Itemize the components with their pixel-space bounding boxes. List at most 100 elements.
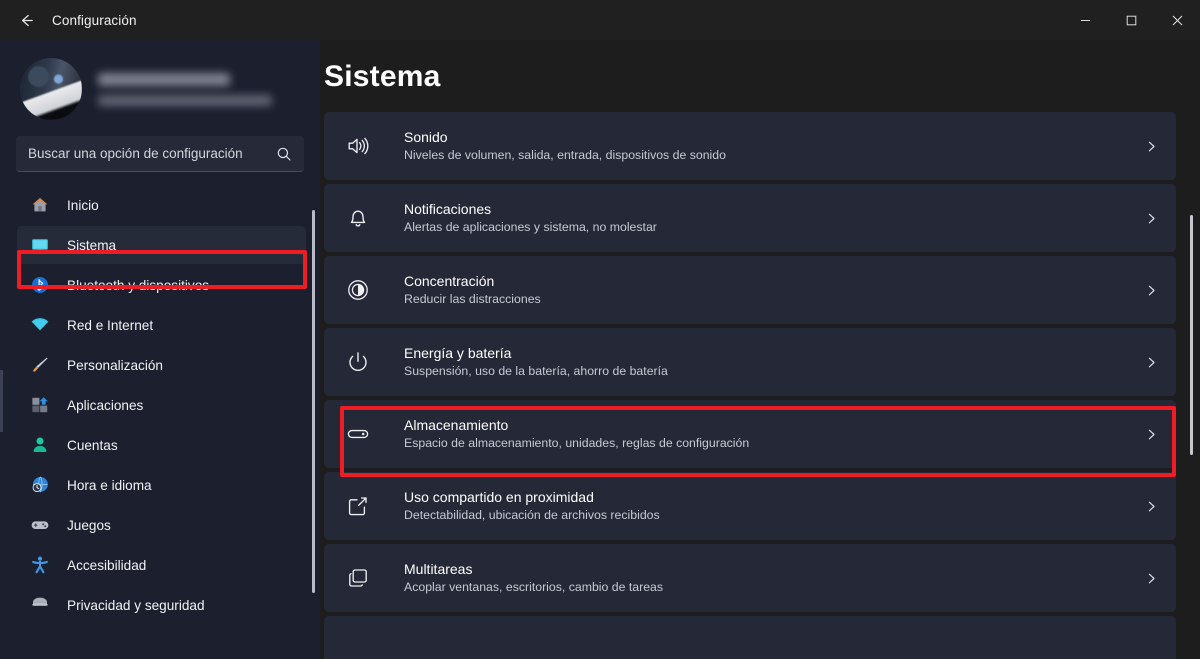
globe-clock-icon — [29, 474, 51, 496]
home-icon — [29, 194, 51, 216]
settings-card-uso-compartido-proximidad[interactable]: Uso compartido en proximidad Detectabili… — [324, 472, 1176, 540]
sidebar-item-label: Accesibilidad — [67, 557, 147, 573]
settings-card-energia-bateria[interactable]: Energía y batería Suspensión, uso de la … — [324, 328, 1176, 396]
sidebar-scrollbar-thumb[interactable] — [312, 210, 315, 593]
card-text: Almacenamiento Espacio de almacenamiento… — [404, 416, 1134, 453]
bluetooth-icon — [29, 274, 51, 296]
shield-lock-icon — [29, 594, 51, 616]
bell-icon — [344, 204, 372, 232]
card-title: Energía y batería — [404, 344, 512, 361]
window-controls — [1062, 0, 1200, 40]
apps-blocks-icon — [29, 394, 51, 416]
card-title: Notificaciones — [404, 200, 492, 217]
settings-card-partial[interactable] — [324, 616, 1176, 659]
user-profile[interactable] — [0, 40, 320, 124]
sidebar: Inicio Sistema — [0, 40, 320, 659]
card-title: Multitareas — [404, 560, 473, 577]
settings-card-almacenamiento[interactable]: Almacenamiento Espacio de almacenamiento… — [324, 400, 1176, 468]
card-description: Niveles de volumen, salida, entrada, dis… — [404, 148, 726, 163]
main-content: Sistema Sonido Niveles de volumen, salid… — [320, 40, 1200, 659]
maximize-icon — [1126, 15, 1137, 26]
paintbrush-icon — [29, 354, 51, 376]
chevron-right-icon — [1144, 284, 1158, 297]
drive-icon — [344, 420, 372, 448]
page-title: Sistema — [324, 60, 441, 93]
search-input[interactable] — [28, 146, 276, 161]
settings-card-list: Sonido Niveles de volumen, salida, entra… — [324, 112, 1200, 659]
sidebar-item-label: Personalización — [67, 357, 163, 373]
focus-icon — [344, 276, 372, 304]
card-description: Reducir las distracciones — [404, 292, 541, 307]
close-icon — [1172, 15, 1183, 26]
sidebar-item-bluetooth[interactable]: Bluetooth y dispositivos — [17, 266, 306, 304]
sidebar-item-juegos[interactable]: Juegos — [17, 506, 306, 544]
sidebar-item-label: Aplicaciones — [67, 397, 144, 413]
card-text: Sonido Niveles de volumen, salida, entra… — [404, 128, 1134, 165]
profile-name-redacted — [98, 72, 230, 86]
search-box[interactable] — [16, 136, 304, 172]
speaker-icon — [344, 132, 372, 160]
profile-email-redacted — [98, 94, 272, 106]
chevron-right-icon — [1144, 140, 1158, 153]
sidebar-item-label: Cuentas — [67, 437, 118, 453]
sidebar-item-label: Sistema — [67, 237, 117, 253]
window-title: Configuración — [52, 12, 137, 28]
sidebar-item-personalizacion[interactable]: Personalización — [17, 346, 306, 384]
back-arrow-icon — [18, 12, 35, 29]
sidebar-item-sistema[interactable]: Sistema — [17, 226, 306, 264]
sidebar-item-inicio[interactable]: Inicio — [17, 186, 306, 224]
monitor-icon — [29, 234, 51, 256]
title-bar: Configuración — [0, 0, 1200, 40]
share-icon — [344, 492, 372, 520]
card-title: Concentración — [404, 272, 495, 289]
sidebar-item-label: Inicio — [67, 197, 99, 213]
card-text: Multitareas Acoplar ventanas, escritorio… — [404, 560, 1134, 597]
power-icon — [344, 348, 372, 376]
card-title: Almacenamiento — [404, 416, 509, 433]
chevron-right-icon — [1144, 572, 1158, 585]
sidebar-item-label: Juegos — [67, 517, 111, 533]
sidebar-item-accesibilidad[interactable]: Accesibilidad — [17, 546, 306, 584]
wifi-icon — [29, 314, 51, 336]
settings-card-concentracion[interactable]: Concentración Reducir las distracciones — [324, 256, 1176, 324]
sidebar-item-privacidad-seguridad[interactable]: Privacidad y seguridad — [17, 586, 306, 624]
multitask-icon — [344, 564, 372, 592]
sidebar-item-hora-idioma[interactable]: Hora e idioma — [17, 466, 306, 504]
card-text: Notificaciones Alertas de aplicaciones y… — [404, 200, 1134, 237]
person-icon — [29, 434, 51, 456]
sidebar-item-label: Privacidad y seguridad — [67, 597, 205, 613]
back-button[interactable] — [8, 4, 44, 36]
chevron-right-icon — [1144, 428, 1158, 441]
sidebar-item-aplicaciones[interactable]: Aplicaciones — [17, 386, 306, 424]
card-title: Sonido — [404, 128, 448, 145]
sidebar-item-label: Hora e idioma — [67, 477, 152, 493]
accessibility-icon — [29, 554, 51, 576]
card-description: Acoplar ventanas, escritorios, cambio de… — [404, 580, 664, 595]
card-description: Suspensión, uso de la batería, ahorro de… — [404, 364, 668, 379]
settings-card-multitareas[interactable]: Multitareas Acoplar ventanas, escritorio… — [324, 544, 1176, 612]
profile-text — [98, 72, 272, 106]
maximize-button[interactable] — [1108, 0, 1154, 40]
minimize-icon — [1080, 15, 1091, 26]
main-scrollbar-thumb[interactable] — [1190, 215, 1193, 455]
settings-window: Configuración Buscar una opción de confi… — [0, 0, 1200, 659]
partial-icon — [344, 636, 372, 659]
left-edge-stripe — [0, 370, 3, 432]
sidebar-item-cuentas[interactable]: Cuentas — [17, 426, 306, 464]
avatar[interactable] — [20, 58, 82, 120]
gamepad-icon — [29, 514, 51, 536]
sidebar-item-red-internet[interactable]: Red e Internet — [17, 306, 306, 344]
sidebar-nav: Inicio Sistema Bluetooth y dispositivos … — [0, 186, 320, 624]
card-description: Alertas de aplicaciones y sistema, no mo… — [404, 220, 657, 235]
card-description: Espacio de almacenamiento, unidades, reg… — [404, 436, 750, 451]
card-text: Uso compartido en proximidad Detectabili… — [404, 488, 1134, 525]
card-description: Detectabilidad, ubicación de archivos re… — [404, 508, 660, 523]
settings-card-sonido[interactable]: Sonido Niveles de volumen, salida, entra… — [324, 112, 1176, 180]
settings-card-notificaciones[interactable]: Notificaciones Alertas de aplicaciones y… — [324, 184, 1176, 252]
sidebar-item-label: Bluetooth y dispositivos — [67, 277, 210, 293]
user-avatar-photo — [20, 58, 82, 120]
card-text: Concentración Reducir las distracciones — [404, 272, 1134, 309]
close-button[interactable] — [1154, 0, 1200, 40]
sidebar-item-label: Red e Internet — [67, 317, 154, 333]
minimize-button[interactable] — [1062, 0, 1108, 40]
